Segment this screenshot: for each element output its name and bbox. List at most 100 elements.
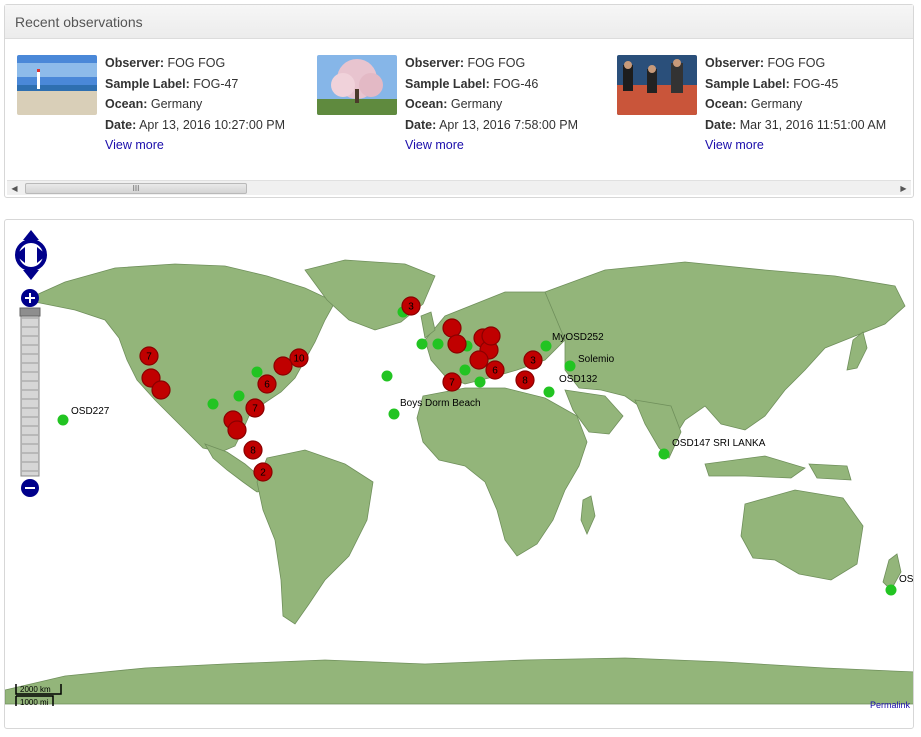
station-marker[interactable] [543,386,555,398]
sample-label-value: FOG-45 [793,76,839,91]
station-marker[interactable] [459,364,471,376]
observation-item: Observer: FOG FOG Sample Label: FOG-46 O… [317,53,617,153]
indonesia-landmass [704,455,806,479]
ocean-value: Germany [150,97,203,111]
new-guinea-landmass [808,463,852,481]
station-marker[interactable] [474,376,486,388]
station-marker[interactable] [564,360,576,372]
zoom-in-icon [21,289,39,307]
cluster-count-label: 6 [492,366,498,377]
panel-title: Recent observations [5,5,913,39]
cluster-count-label: 8 [250,446,256,457]
australia-landmass [740,489,864,581]
ocean-label: Ocean: [105,97,148,111]
world-map[interactable]: OSD227 MyOSD252 Solemio OSD132 Boys Dorm Bea… [5,220,914,729]
antarctica-landmass [5,657,913,705]
scale-km-label: 2000 km [20,685,51,694]
station-marker[interactable] [540,340,552,352]
scrollbar-thumb[interactable]: III [25,183,247,194]
cluster-marker[interactable] [151,380,171,400]
observation-item: Observer: FOG FOG Sample Label: FOG-45 O… [617,53,917,153]
permalink-link[interactable]: Permalink [870,700,910,710]
cluster-count-label: 3 [408,302,414,313]
station-marker[interactable] [885,584,897,596]
date-label: Date: [405,117,437,132]
cluster-count-label: 2 [260,468,266,479]
pan-up-icon [23,230,39,240]
cluster-count-label: 7 [449,378,455,389]
station-label: OSD147 SRI LANKA [672,438,766,449]
view-more-link[interactable]: View more [405,138,464,152]
cluster-marker[interactable] [273,356,293,376]
cluster-marker[interactable] [469,350,489,370]
ocean-value: Germany [450,97,503,111]
observation-thumbnail-beach[interactable] [17,55,97,115]
zoom-slider-handle [19,307,41,317]
scale-line: 2000 km 1000 mi [15,682,95,712]
sample-label-label: Sample Label: [405,76,490,91]
cluster-count-label: 6 [264,380,270,391]
observer-label: Observer: [705,56,765,70]
observer-label: Observer: [105,56,165,70]
cluster-marker[interactable] [481,326,501,346]
station-marker[interactable] [658,448,670,460]
ocean-label: Ocean: [405,97,448,111]
station-label: OSD132 [559,374,598,385]
zoom-slider-track [19,307,41,477]
pan-control[interactable] [13,228,49,282]
date-value: Apr 13, 2016 7:58:00 PM [439,117,579,132]
cluster-count-label: 7 [252,404,258,415]
zoom-control[interactable] [19,288,41,500]
observation-item: Observer: FOG FOG Sample Label: FOG-47 O… [17,53,317,153]
ocean-label: Ocean: [705,97,748,111]
cluster-count-label: 3 [530,356,536,367]
observer-value: FOG FOG [167,56,226,70]
station-label: Boys Dorm Beach [400,398,481,409]
ocean-value: Germany [750,97,803,111]
view-more-link[interactable]: View more [105,138,164,152]
sample-label-label: Sample Label: [705,76,790,91]
station-marker[interactable] [388,408,400,420]
pan-down-icon [23,270,39,280]
recent-observations-panel: Recent observations Observer: FOG FOG Sa… [4,4,914,198]
date-label: Date: [705,117,737,132]
cluster-count-label: 7 [146,352,152,363]
station-label: Solemio [578,354,615,365]
cluster-count-label: 8 [522,376,528,387]
station-label: MyOSD252 [552,332,604,343]
station-marker[interactable] [432,338,444,350]
madagascar-landmass [580,495,596,535]
observer-value: FOG FOG [467,56,526,70]
date-value: Apr 13, 2016 10:27:00 PM [139,117,285,132]
north-america-landmass [23,263,336,453]
zoom-out-icon [21,479,39,497]
station-marker[interactable] [233,390,245,402]
sample-label-label: Sample Label: [105,76,190,91]
cluster-marker[interactable] [442,318,462,338]
station-label: OSD [899,574,914,585]
map-panel: OSD227 MyOSD252 Solemio OSD132 Boys Dorm Bea… [4,219,914,729]
date-label: Date: [105,117,137,132]
south-america-landmass [256,449,374,625]
scale-mi-label: 1000 mi [20,698,49,707]
cluster-count-label: 10 [293,354,305,365]
cluster-marker[interactable] [227,420,247,440]
observation-thumbnail-boat-crew[interactable] [617,55,697,115]
horizontal-scrollbar[interactable]: ◀ III ▶ [7,180,911,195]
station-marker[interactable] [251,366,263,378]
observer-value: FOG FOG [767,56,826,70]
observer-label: Observer: [405,56,465,70]
date-value: Mar 31, 2016 11:51:00 AM [739,117,887,132]
scroll-right-icon[interactable]: ▶ [896,181,911,196]
station-marker[interactable] [381,370,393,382]
station-marker[interactable] [416,338,428,350]
sample-label-value: FOG-46 [493,76,539,91]
station-marker[interactable] [207,398,219,410]
observations-list: Observer: FOG FOG Sample Label: FOG-47 O… [17,53,907,153]
scroll-left-icon[interactable]: ◀ [7,181,22,196]
observation-thumbnail-blossom-tree[interactable] [317,55,397,115]
view-more-link[interactable]: View more [705,138,764,152]
station-marker[interactable] [57,414,69,426]
africa-landmass [416,387,588,557]
cluster-marker[interactable] [447,334,467,354]
